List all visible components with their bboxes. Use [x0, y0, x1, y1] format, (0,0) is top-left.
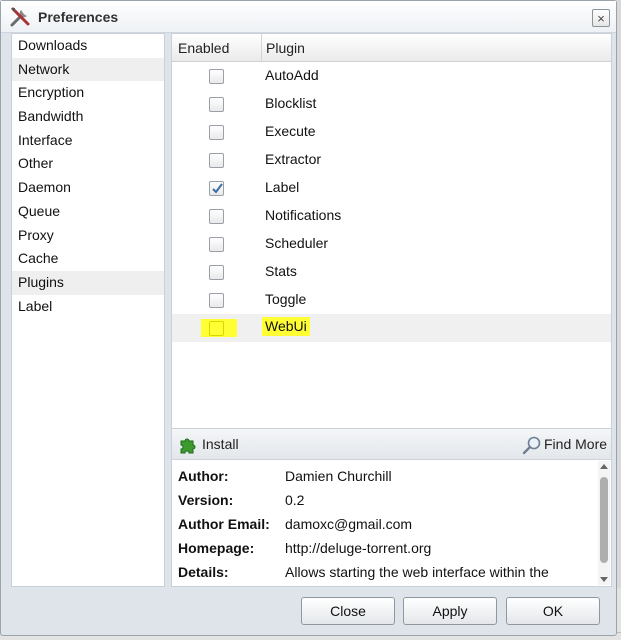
plugin-name: Blocklist: [265, 95, 317, 111]
title-bar[interactable]: Preferences ×: [1, 1, 616, 33]
plugin-enabled-checkbox[interactable]: [209, 321, 224, 336]
category-list: Downloads Network Encryption Bandwidth I…: [11, 33, 165, 587]
dialog-footer: Close Apply OK: [1, 587, 616, 635]
plugin-enabled-checkbox[interactable]: [209, 181, 224, 196]
table-row[interactable]: Extractor: [172, 146, 611, 174]
category-item-encryption[interactable]: Encryption: [12, 81, 164, 105]
table-row-selected[interactable]: WebUi: [172, 314, 611, 342]
close-icon: ×: [597, 10, 605, 26]
scroll-up-icon[interactable]: [600, 464, 608, 469]
plugin-name: Execute: [265, 123, 316, 139]
email-value: damoxc@gmail.com: [285, 516, 413, 532]
details-label: Details:: [178, 564, 229, 580]
homepage-value: http://deluge-torrent.org: [285, 540, 432, 556]
category-item-bandwidth[interactable]: Bandwidth: [12, 105, 164, 129]
category-item-interface[interactable]: Interface: [12, 129, 164, 153]
table-row[interactable]: Blocklist: [172, 90, 611, 118]
category-item-downloads[interactable]: Downloads: [12, 34, 164, 58]
category-item-plugins[interactable]: Plugins: [12, 270, 164, 295]
table-row[interactable]: Label: [172, 174, 611, 202]
plugin-enabled-checkbox[interactable]: [209, 125, 224, 140]
category-item-label[interactable]: Label: [12, 295, 164, 319]
install-button[interactable]: Install: [202, 436, 239, 452]
category-item-cache[interactable]: Cache: [12, 247, 164, 271]
magnifier-icon: [522, 436, 541, 455]
plugin-name: Notifications: [265, 207, 342, 223]
close-window-button[interactable]: ×: [592, 9, 610, 27]
plugin-enabled-checkbox[interactable]: [209, 97, 224, 112]
table-row[interactable]: Execute: [172, 118, 611, 146]
table-row[interactable]: Scheduler: [172, 230, 611, 258]
plugin-toolbar: Install Find More: [172, 429, 611, 460]
author-label: Author:: [178, 468, 229, 484]
category-item-queue[interactable]: Queue: [12, 200, 164, 224]
scroll-down-icon[interactable]: [600, 577, 608, 582]
homepage-label: Homepage:: [178, 540, 255, 556]
plugins-table: Enabled Plugin AutoAdd Blocklist Execute…: [171, 33, 612, 429]
plugin-enabled-checkbox[interactable]: [209, 209, 224, 224]
version-label: Version:: [178, 492, 234, 508]
details-value: Allows starting the web interface within…: [285, 564, 549, 580]
close-button[interactable]: Close: [301, 597, 395, 625]
plugin-info-panel: Install Find More Author: Damien Churchi…: [171, 429, 612, 587]
apply-button[interactable]: Apply: [403, 597, 497, 625]
plugin-name: Extractor: [265, 151, 322, 167]
plugin-name: Scheduler: [265, 235, 329, 251]
table-row[interactable]: Toggle: [172, 286, 611, 314]
plugin-enabled-checkbox[interactable]: [209, 153, 224, 168]
plugin-enabled-checkbox[interactable]: [209, 237, 224, 252]
plugin-enabled-checkbox[interactable]: [209, 293, 224, 308]
dialog-title: Preferences: [38, 9, 119, 25]
plugin-name: AutoAdd: [265, 67, 319, 83]
table-row[interactable]: Notifications: [172, 202, 611, 230]
table-header: Enabled Plugin: [172, 34, 611, 62]
category-item-other[interactable]: Other: [12, 152, 164, 176]
plugin-details: Author: Damien Churchill Version: 0.2 Au…: [172, 460, 600, 586]
scroll-thumb[interactable]: [600, 477, 608, 563]
column-header-plugin[interactable]: Plugin: [266, 40, 305, 56]
plugin-name: Stats: [265, 263, 297, 279]
plugin-name: Toggle: [265, 291, 307, 307]
author-value: Damien Churchill: [285, 468, 392, 484]
plugin-name: WebUi: [262, 317, 310, 336]
plugin-name: Label: [265, 179, 300, 195]
puzzle-icon: [180, 438, 196, 454]
plugin-enabled-checkbox[interactable]: [209, 265, 224, 280]
table-row[interactable]: Stats: [172, 258, 611, 286]
ok-button[interactable]: OK: [506, 597, 600, 625]
plugin-enabled-checkbox[interactable]: [209, 69, 224, 84]
preferences-dialog: Preferences × Downloads Network Encrypti…: [0, 0, 617, 636]
table-row[interactable]: AutoAdd: [172, 62, 611, 90]
details-scrollbar[interactable]: [598, 461, 610, 585]
category-item-network[interactable]: Network: [12, 57, 164, 82]
find-more-button[interactable]: Find More: [544, 436, 607, 452]
category-item-daemon[interactable]: Daemon: [12, 176, 164, 200]
category-item-proxy[interactable]: Proxy: [12, 224, 164, 248]
email-label: Author Email:: [178, 516, 270, 532]
column-header-enabled[interactable]: Enabled: [178, 40, 229, 56]
tools-icon: [10, 7, 30, 27]
column-separator[interactable]: [261, 34, 262, 62]
version-value: 0.2: [285, 492, 305, 508]
checkmark-icon: [212, 183, 223, 194]
